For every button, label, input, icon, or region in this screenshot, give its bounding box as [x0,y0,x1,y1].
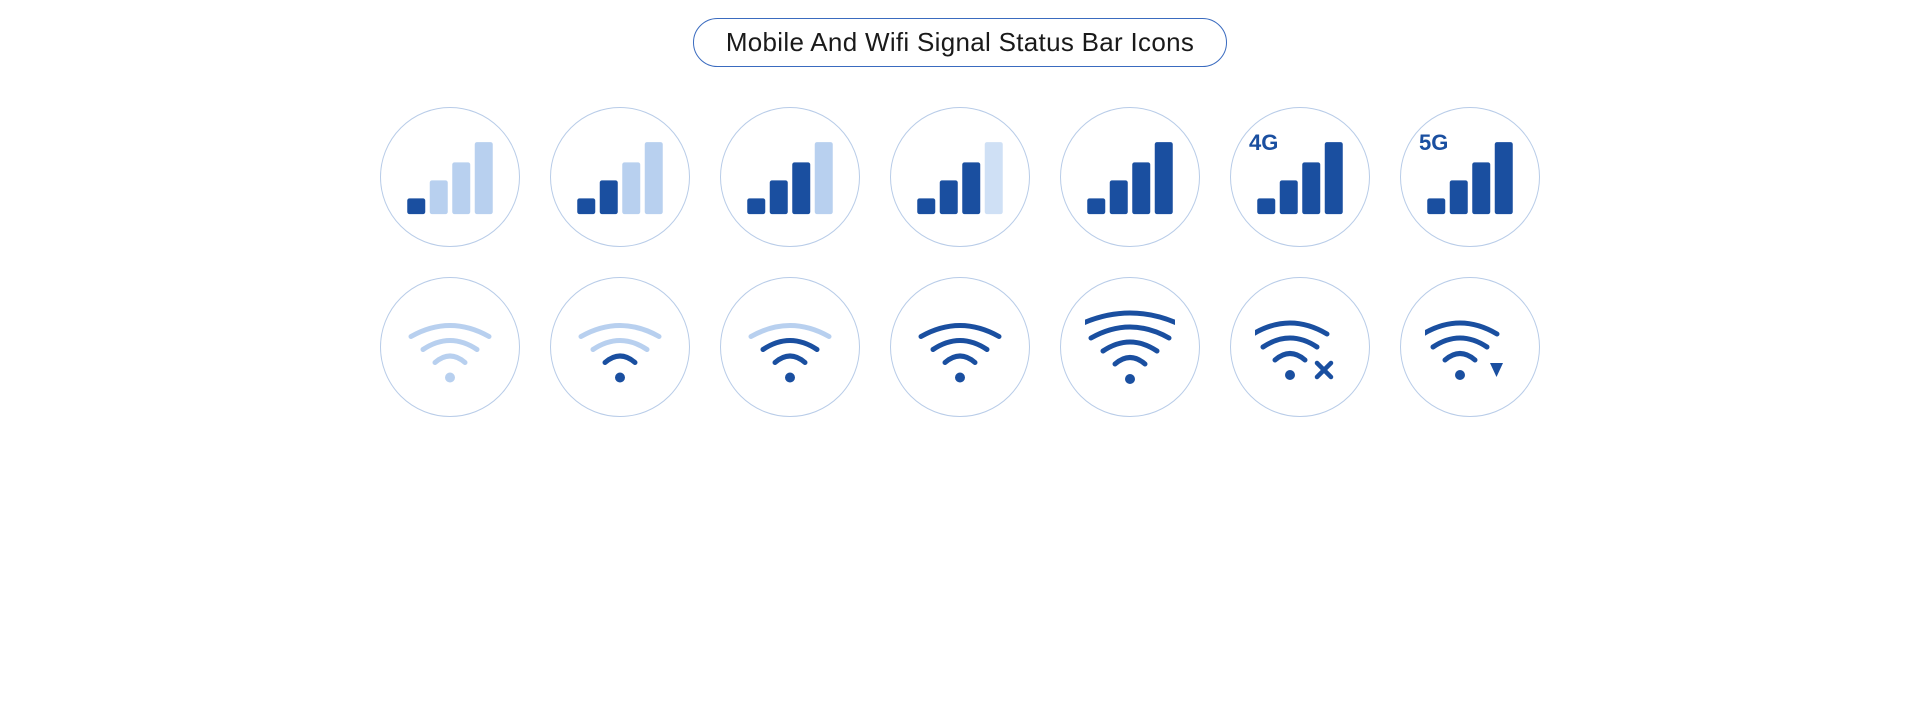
page-title: Mobile And Wifi Signal Status Bar Icons [726,27,1194,57]
signal-1bar-svg [405,137,495,217]
5g-label: 5G [1419,130,1448,156]
signal-row: 4G 5G [380,107,1540,247]
wifi-4-svg [1085,307,1175,387]
signal-4bar-svg [1085,137,1175,217]
4g-label: 4G [1249,130,1278,156]
wifi-down-icon [1400,277,1540,417]
signal-3bar-alt-svg [915,137,1005,217]
signal-3bar-alt-icon [890,107,1030,247]
icons-wrapper: 4G 5G [380,107,1540,417]
wifi-x-svg [1255,307,1345,387]
signal-5g-icon: 5G [1400,107,1540,247]
wifi-row [380,277,1540,417]
signal-3bar-svg [745,137,835,217]
wifi-1-icon [550,277,690,417]
signal-2bar-svg [575,137,665,217]
signal-1bar-icon [380,107,520,247]
wifi-3-svg [915,307,1005,387]
wifi-1-svg [575,307,665,387]
title-container: Mobile And Wifi Signal Status Bar Icons [693,18,1227,67]
wifi-x-icon [1230,277,1370,417]
wifi-down-svg [1425,307,1515,387]
wifi-0-svg [405,307,495,387]
wifi-4-icon [1060,277,1200,417]
signal-3bar-icon [720,107,860,247]
wifi-0-icon [380,277,520,417]
signal-4bar-icon [1060,107,1200,247]
wifi-2-svg [745,307,835,387]
signal-4g-icon: 4G [1230,107,1370,247]
signal-2bar-icon [550,107,690,247]
wifi-3-icon [890,277,1030,417]
wifi-2-icon [720,277,860,417]
